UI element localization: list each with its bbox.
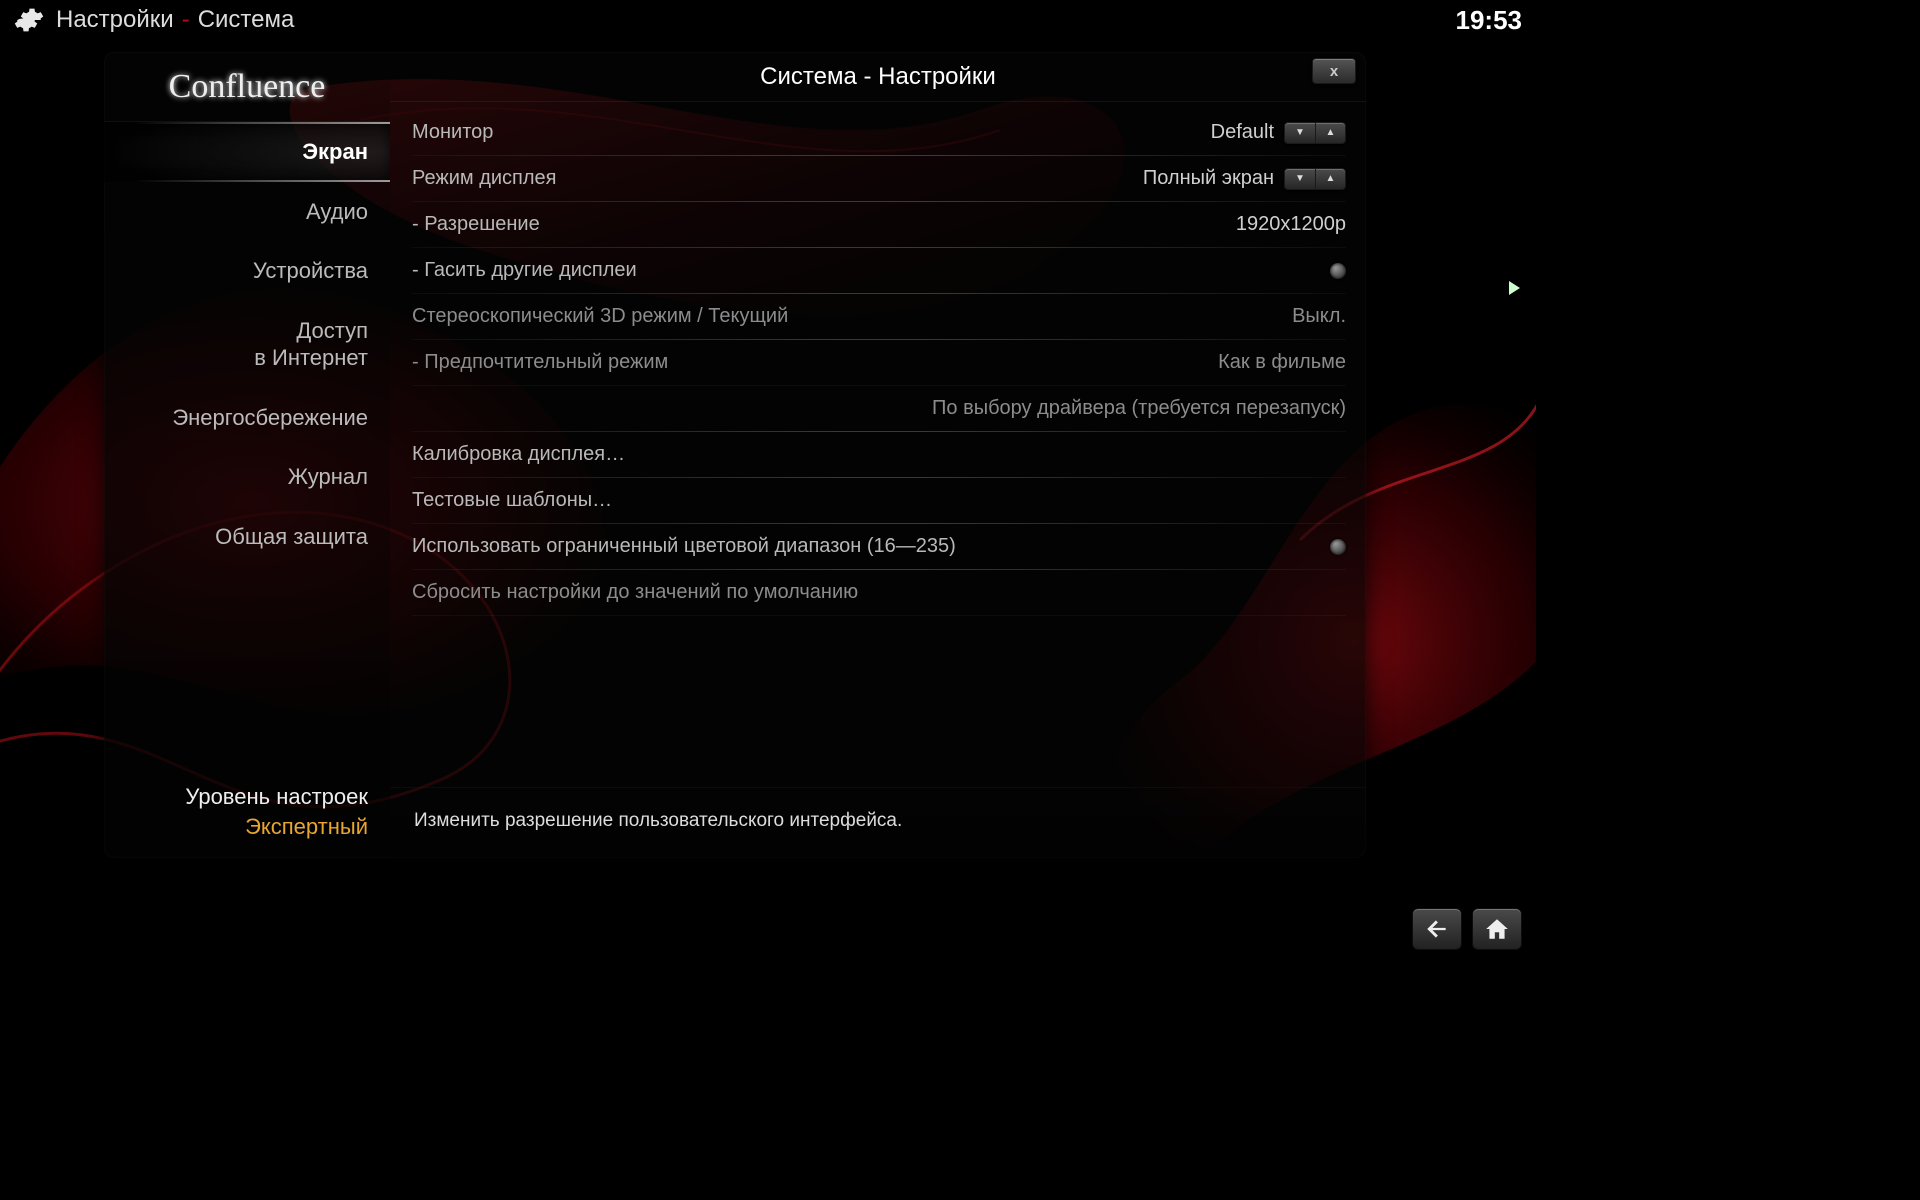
top-bar: Настройки - Система 19:53 — [0, 0, 1536, 40]
chevron-down-icon[interactable]: ▼ — [1285, 123, 1315, 143]
row-label: Предпочтительный режим — [412, 351, 668, 374]
main-area: Система - Настройки x Монитор Default ▼ … — [390, 52, 1366, 858]
brand-logo: Confluence — [104, 52, 390, 122]
row-blank-other[interactable]: Гасить другие дисплеи — [412, 248, 1346, 294]
sidebar-item-label: Доступ в Интернет — [254, 318, 368, 371]
row-limited-range[interactable]: Использовать ограниченный цветовой диапа… — [412, 524, 1346, 570]
sidebar-item-label: Общая защита — [215, 524, 368, 549]
close-icon: x — [1330, 63, 1338, 80]
row-value: Полный экран — [1143, 167, 1274, 190]
settings-rows: Монитор Default ▼ ▲ Режим дисплея Полный… — [390, 102, 1366, 616]
spinner-control[interactable]: ▼ ▲ — [1284, 168, 1346, 190]
sidebar-item-devices[interactable]: Устройства — [104, 241, 390, 301]
main-header: Система - Настройки x — [390, 52, 1366, 102]
row-value: 1920x1200p — [1236, 213, 1346, 236]
row-label: Калибровка дисплея… — [412, 443, 625, 466]
sidebar-item-log[interactable]: Журнал — [104, 447, 390, 507]
spinner-control[interactable]: ▼ ▲ — [1284, 122, 1346, 144]
row-resolution[interactable]: Разрешение 1920x1200p — [412, 202, 1346, 248]
sidebar-item-security[interactable]: Общая защита — [104, 507, 390, 567]
row-label: Разрешение — [412, 213, 540, 236]
row-value: Выкл. — [1292, 305, 1346, 328]
settings-level[interactable]: Уровень настроек Экспертный — [104, 770, 390, 858]
row-label: Режим дисплея — [412, 167, 557, 190]
sidebar-item-label: Журнал — [288, 464, 368, 489]
row-value: Как в фильме — [1218, 351, 1346, 374]
chevron-down-icon[interactable]: ▼ — [1285, 169, 1315, 189]
sidebar-item-audio[interactable]: Аудио — [104, 182, 390, 242]
home-button[interactable] — [1472, 908, 1522, 950]
radio-indicator[interactable] — [1330, 539, 1346, 555]
row-driver-choice[interactable]: По выбору драйвера (требуется перезапуск… — [412, 386, 1346, 432]
row-test-patterns[interactable]: Тестовые шаблоны… — [412, 478, 1346, 524]
row-display-mode[interactable]: Режим дисплея Полный экран ▼ ▲ — [412, 156, 1346, 202]
row-value: Default — [1211, 121, 1274, 144]
settings-level-label: Уровень настроек — [114, 784, 368, 810]
row-label: Монитор — [412, 121, 493, 144]
breadcrumb-part1: Настройки — [56, 6, 174, 34]
row-label: Использовать ограниченный цветовой диапа… — [412, 535, 956, 558]
sidebar-item-label: Экран — [302, 139, 368, 164]
row-label: Тестовые шаблоны… — [412, 489, 612, 512]
row-stereo3d[interactable]: Стереоскопический 3D режим / Текущий Вык… — [412, 294, 1346, 340]
sidebar-item-power[interactable]: Энергосбережение — [104, 388, 390, 448]
clock: 19:53 — [1456, 5, 1523, 36]
row-preferred-mode[interactable]: Предпочтительный режим Как в фильме — [412, 340, 1346, 386]
sidebar: Confluence Экран Аудио Устройства Доступ… — [104, 52, 390, 858]
sidebar-item-screen[interactable]: Экран — [104, 122, 390, 182]
sidebar-item-label: Энергосбережение — [172, 405, 368, 430]
row-monitor[interactable]: Монитор Default ▼ ▲ — [412, 110, 1346, 156]
gear-icon — [14, 5, 44, 35]
arrow-left-icon — [1424, 916, 1450, 942]
settings-level-value: Экспертный — [114, 814, 368, 840]
row-label: Стереоскопический 3D режим / Текущий — [412, 305, 788, 328]
breadcrumb-part2: Система — [198, 6, 295, 34]
row-label: Гасить другие дисплеи — [412, 259, 637, 282]
row-calibrate[interactable]: Калибровка дисплея… — [412, 432, 1346, 478]
footer-hint: Изменить разрешение пользовательского ин… — [390, 787, 1366, 858]
sidebar-item-label: Устройства — [253, 258, 368, 283]
sidebar-item-label: Аудио — [306, 199, 368, 224]
row-reset-defaults[interactable]: Сбросить настройки до значений по умолча… — [412, 570, 1346, 616]
chevron-up-icon[interactable]: ▲ — [1315, 169, 1345, 189]
radio-indicator[interactable] — [1330, 263, 1346, 279]
sidebar-item-internet[interactable]: Доступ в Интернет — [104, 301, 390, 388]
row-value: По выбору драйвера (требуется перезапуск… — [932, 397, 1346, 420]
sidebar-items: Экран Аудио Устройства Доступ в Интернет… — [104, 122, 390, 566]
row-label: Сбросить настройки до значений по умолча… — [412, 581, 858, 604]
settings-panel: Confluence Экран Аудио Устройства Доступ… — [104, 52, 1366, 858]
close-button[interactable]: x — [1312, 58, 1356, 84]
breadcrumb-separator: - — [182, 6, 190, 34]
home-icon — [1484, 916, 1510, 942]
nav-buttons — [1412, 908, 1522, 950]
chevron-up-icon[interactable]: ▲ — [1315, 123, 1345, 143]
main-title: Система - Настройки — [760, 63, 996, 91]
back-button[interactable] — [1412, 908, 1462, 950]
cursor-icon — [1509, 281, 1520, 295]
